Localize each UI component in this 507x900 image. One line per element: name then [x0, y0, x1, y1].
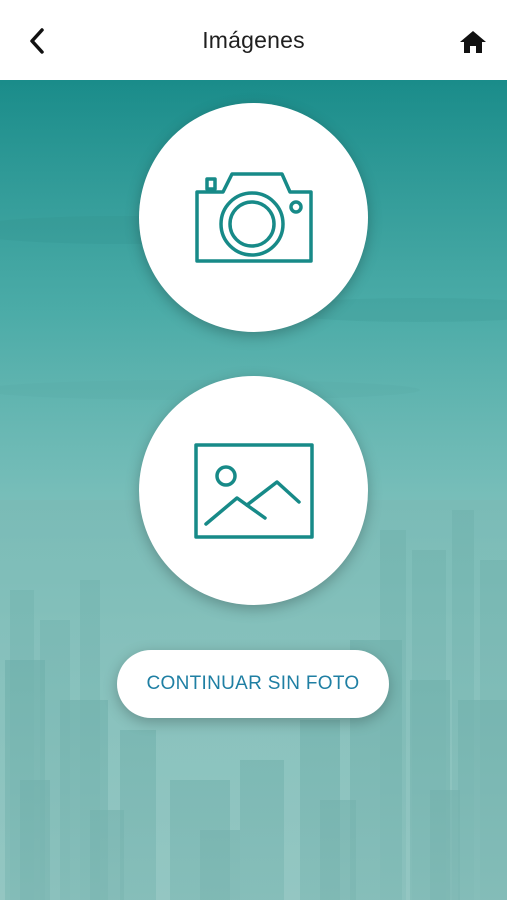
page-title: Imágenes — [202, 26, 305, 53]
choose-from-gallery-button[interactable] — [139, 376, 368, 605]
back-button[interactable] — [22, 26, 52, 56]
camera-icon — [194, 171, 313, 263]
image-icon — [193, 442, 314, 539]
take-photo-button[interactable] — [139, 103, 368, 332]
home-icon — [460, 31, 486, 53]
continue-without-photo-label: CONTINUAR SIN FOTO — [146, 673, 360, 694]
home-button[interactable] — [457, 26, 489, 58]
continue-without-photo-button[interactable]: CONTINUAR SIN FOTO — [117, 650, 389, 718]
top-bar: Imágenes — [0, 0, 507, 80]
chevron-left-icon — [30, 28, 44, 54]
